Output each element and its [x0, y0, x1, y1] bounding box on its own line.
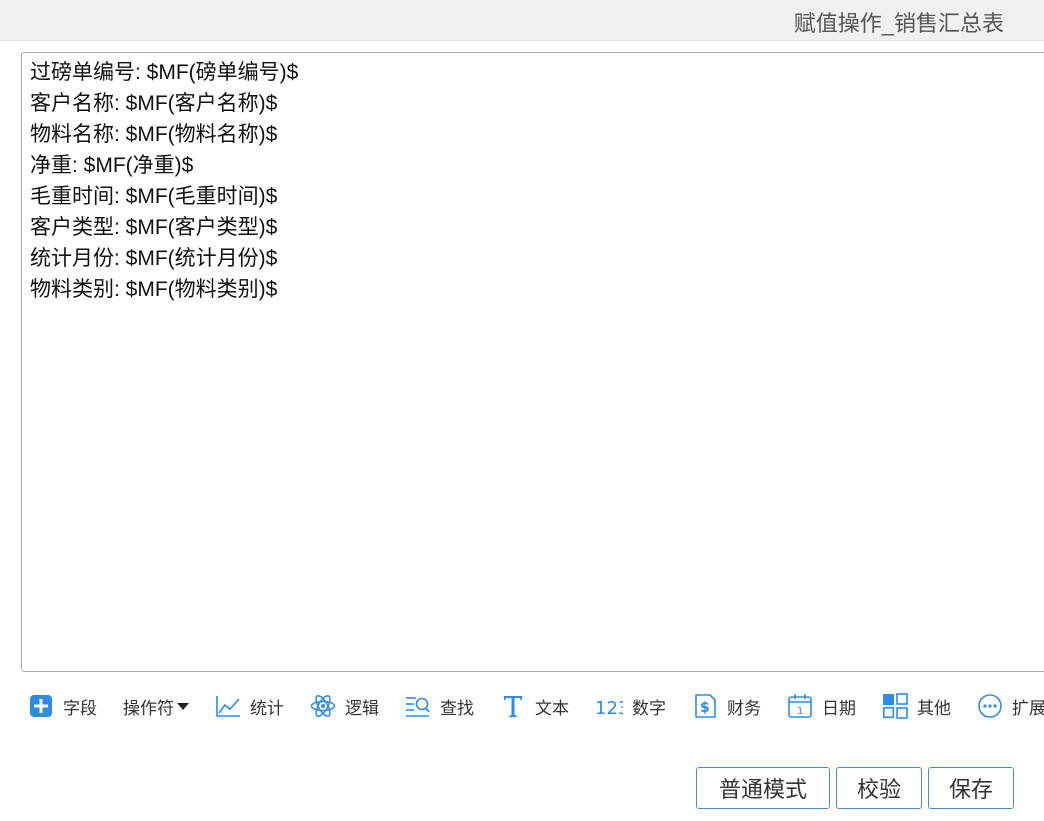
- text-t-icon: [500, 693, 526, 719]
- editor-line[interactable]: 物料类别: $MF(物料类别)$: [30, 274, 1044, 305]
- number-123-icon: 123: [595, 693, 623, 719]
- editor-line[interactable]: 客户名称: $MF(客户名称)$: [30, 88, 1044, 119]
- calendar-icon: 1: [787, 693, 813, 719]
- svg-text:1: 1: [797, 706, 803, 717]
- normal-mode-button[interactable]: 普通模式: [696, 767, 830, 809]
- toolbar-other-button[interactable]: 其他: [882, 693, 951, 719]
- toolbar-field-button[interactable]: 字段: [28, 693, 97, 719]
- toolbar-logic-label: 逻辑: [345, 698, 379, 718]
- toolbar-date-label: 日期: [822, 698, 856, 718]
- toolbar-extend-button[interactable]: 扩展: [977, 693, 1044, 719]
- ellipsis-circle-icon: [977, 693, 1003, 719]
- svg-text:$: $: [700, 700, 710, 716]
- editor-line[interactable]: 净重: $MF(净重)$: [30, 150, 1044, 181]
- expression-editor[interactable]: 过磅单编号: $MF(磅单编号)$ 客户名称: $MF(客户名称)$ 物料名称:…: [21, 52, 1044, 672]
- grid-icon: [882, 693, 908, 719]
- toolbar-finance-button[interactable]: $ 财务: [692, 693, 761, 719]
- plus-square-icon: [28, 693, 54, 719]
- toolbar-finance-label: 财务: [727, 698, 761, 718]
- dollar-doc-icon: $: [692, 693, 718, 719]
- line-chart-icon: [215, 693, 241, 719]
- window-title: 赋值操作_销售汇总表: [793, 11, 1004, 36]
- editor-line[interactable]: 统计月份: $MF(统计月份)$: [30, 243, 1044, 274]
- toolbar-date-button[interactable]: 1 日期: [787, 693, 856, 719]
- toolbar-other-label: 其他: [917, 698, 951, 718]
- editor-line[interactable]: 客户类型: $MF(客户类型)$: [30, 212, 1044, 243]
- editor-line[interactable]: 毛重时间: $MF(毛重时间)$: [30, 181, 1044, 212]
- toolbar-field-label: 字段: [63, 698, 97, 718]
- save-button[interactable]: 保存: [928, 767, 1014, 809]
- atom-icon: [310, 693, 336, 719]
- toolbar-operator-dropdown[interactable]: 操作符: [123, 694, 189, 719]
- svg-text:123: 123: [595, 698, 623, 718]
- toolbar-logic-button[interactable]: 逻辑: [310, 693, 379, 719]
- caret-down-icon: [177, 702, 189, 710]
- editor-line[interactable]: 物料名称: $MF(物料名称)$: [30, 119, 1044, 150]
- toolbar-operator-label: 操作符: [123, 698, 174, 718]
- toolbar-lookup-label: 查找: [440, 698, 474, 718]
- editor-line[interactable]: 过磅单编号: $MF(磅单编号)$: [30, 57, 1044, 88]
- toolbar-text-label: 文本: [535, 698, 569, 718]
- title-bar: 赋值操作_销售汇总表: [0, 0, 1044, 41]
- function-toolbar: 字段 操作符 统计 逻辑 查找 文本 12 数字 $ 财务 1 日期 其他 扩展: [28, 690, 1044, 722]
- validate-button[interactable]: 校验: [836, 767, 922, 809]
- search-list-icon: [405, 693, 431, 719]
- toolbar-text-button[interactable]: 文本: [500, 693, 569, 719]
- toolbar-statistics-button[interactable]: 统计: [215, 693, 284, 719]
- toolbar-number-label: 数字: [632, 698, 666, 718]
- toolbar-number-button[interactable]: 123 数字: [595, 693, 666, 719]
- toolbar-statistics-label: 统计: [250, 698, 284, 718]
- toolbar-lookup-button[interactable]: 查找: [405, 693, 474, 719]
- toolbar-extend-label: 扩展: [1012, 698, 1044, 718]
